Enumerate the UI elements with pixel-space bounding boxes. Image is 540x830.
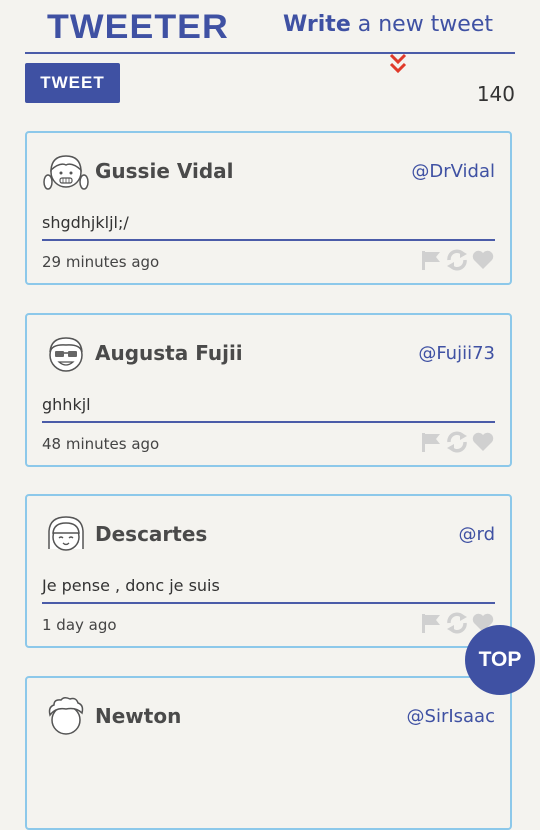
bob-hair-avatar-icon: [48, 516, 84, 551]
character-count: 140: [476, 82, 515, 106]
retweet-icon[interactable]: [445, 248, 469, 272]
tweet-card: Newton @SirIsaac: [25, 676, 512, 830]
flag-icon[interactable]: [419, 248, 443, 272]
tweet-author-handle[interactable]: @DrVidal: [411, 161, 495, 182]
scroll-to-top-button[interactable]: TOP: [465, 625, 535, 695]
header: TWEETER Write a new tweet: [25, 0, 515, 54]
tweet-button[interactable]: TWEET: [25, 63, 120, 103]
tweet-author-name: Gussie Vidal: [95, 159, 234, 183]
tweet-timestamp: 48 minutes ago: [42, 435, 160, 453]
tweet-divider: [42, 239, 495, 241]
tweet-timestamp: 1 day ago: [42, 616, 117, 634]
tweet-author-name: Descartes: [95, 522, 208, 546]
tweet-card: Augusta Fujii @Fujii73 ghhkjl 48 minutes…: [25, 313, 512, 467]
tweet-text: shgdhjkljl;/: [42, 213, 129, 232]
heart-icon[interactable]: [471, 430, 495, 454]
heart-icon[interactable]: [471, 248, 495, 272]
glasses-avatar-icon: [49, 337, 83, 372]
tweet-author-handle[interactable]: @rd: [458, 524, 495, 545]
curly-hair-avatar-icon: [48, 696, 84, 735]
tweet-text: Je pense , donc je suis: [42, 576, 220, 595]
tweet-actions: [419, 248, 495, 272]
tweet-author-handle[interactable]: @SirIsaac: [407, 706, 495, 727]
tweet-author-name: Augusta Fujii: [95, 341, 243, 365]
tweet-card: Descartes @rd Je pense , donc je suis 1 …: [25, 494, 512, 648]
tweet-text: ghhkjl: [42, 395, 91, 414]
girl-pigtails-avatar-icon: [43, 155, 89, 190]
flag-icon[interactable]: [419, 611, 443, 635]
logo[interactable]: TWEETER: [47, 8, 229, 47]
retweet-icon[interactable]: [445, 430, 469, 454]
write-new-tweet-link[interactable]: Write a new tweet: [283, 12, 493, 37]
tweet-author-name: Newton: [95, 704, 182, 728]
tweet-author-handle[interactable]: @Fujii73: [418, 343, 495, 364]
double-chevron-down-icon[interactable]: [388, 52, 408, 76]
tweet-card: Gussie Vidal @DrVidal shgdhjkljl;/ 29 mi…: [25, 131, 512, 285]
tweet-actions: [419, 430, 495, 454]
flag-icon[interactable]: [419, 430, 443, 454]
write-label-rest: a new tweet: [350, 12, 493, 37]
tweet-divider: [42, 602, 495, 604]
write-label-bold: Write: [283, 12, 351, 37]
tweet-divider: [42, 421, 495, 423]
retweet-icon[interactable]: [445, 611, 469, 635]
tweet-timestamp: 29 minutes ago: [42, 253, 160, 271]
